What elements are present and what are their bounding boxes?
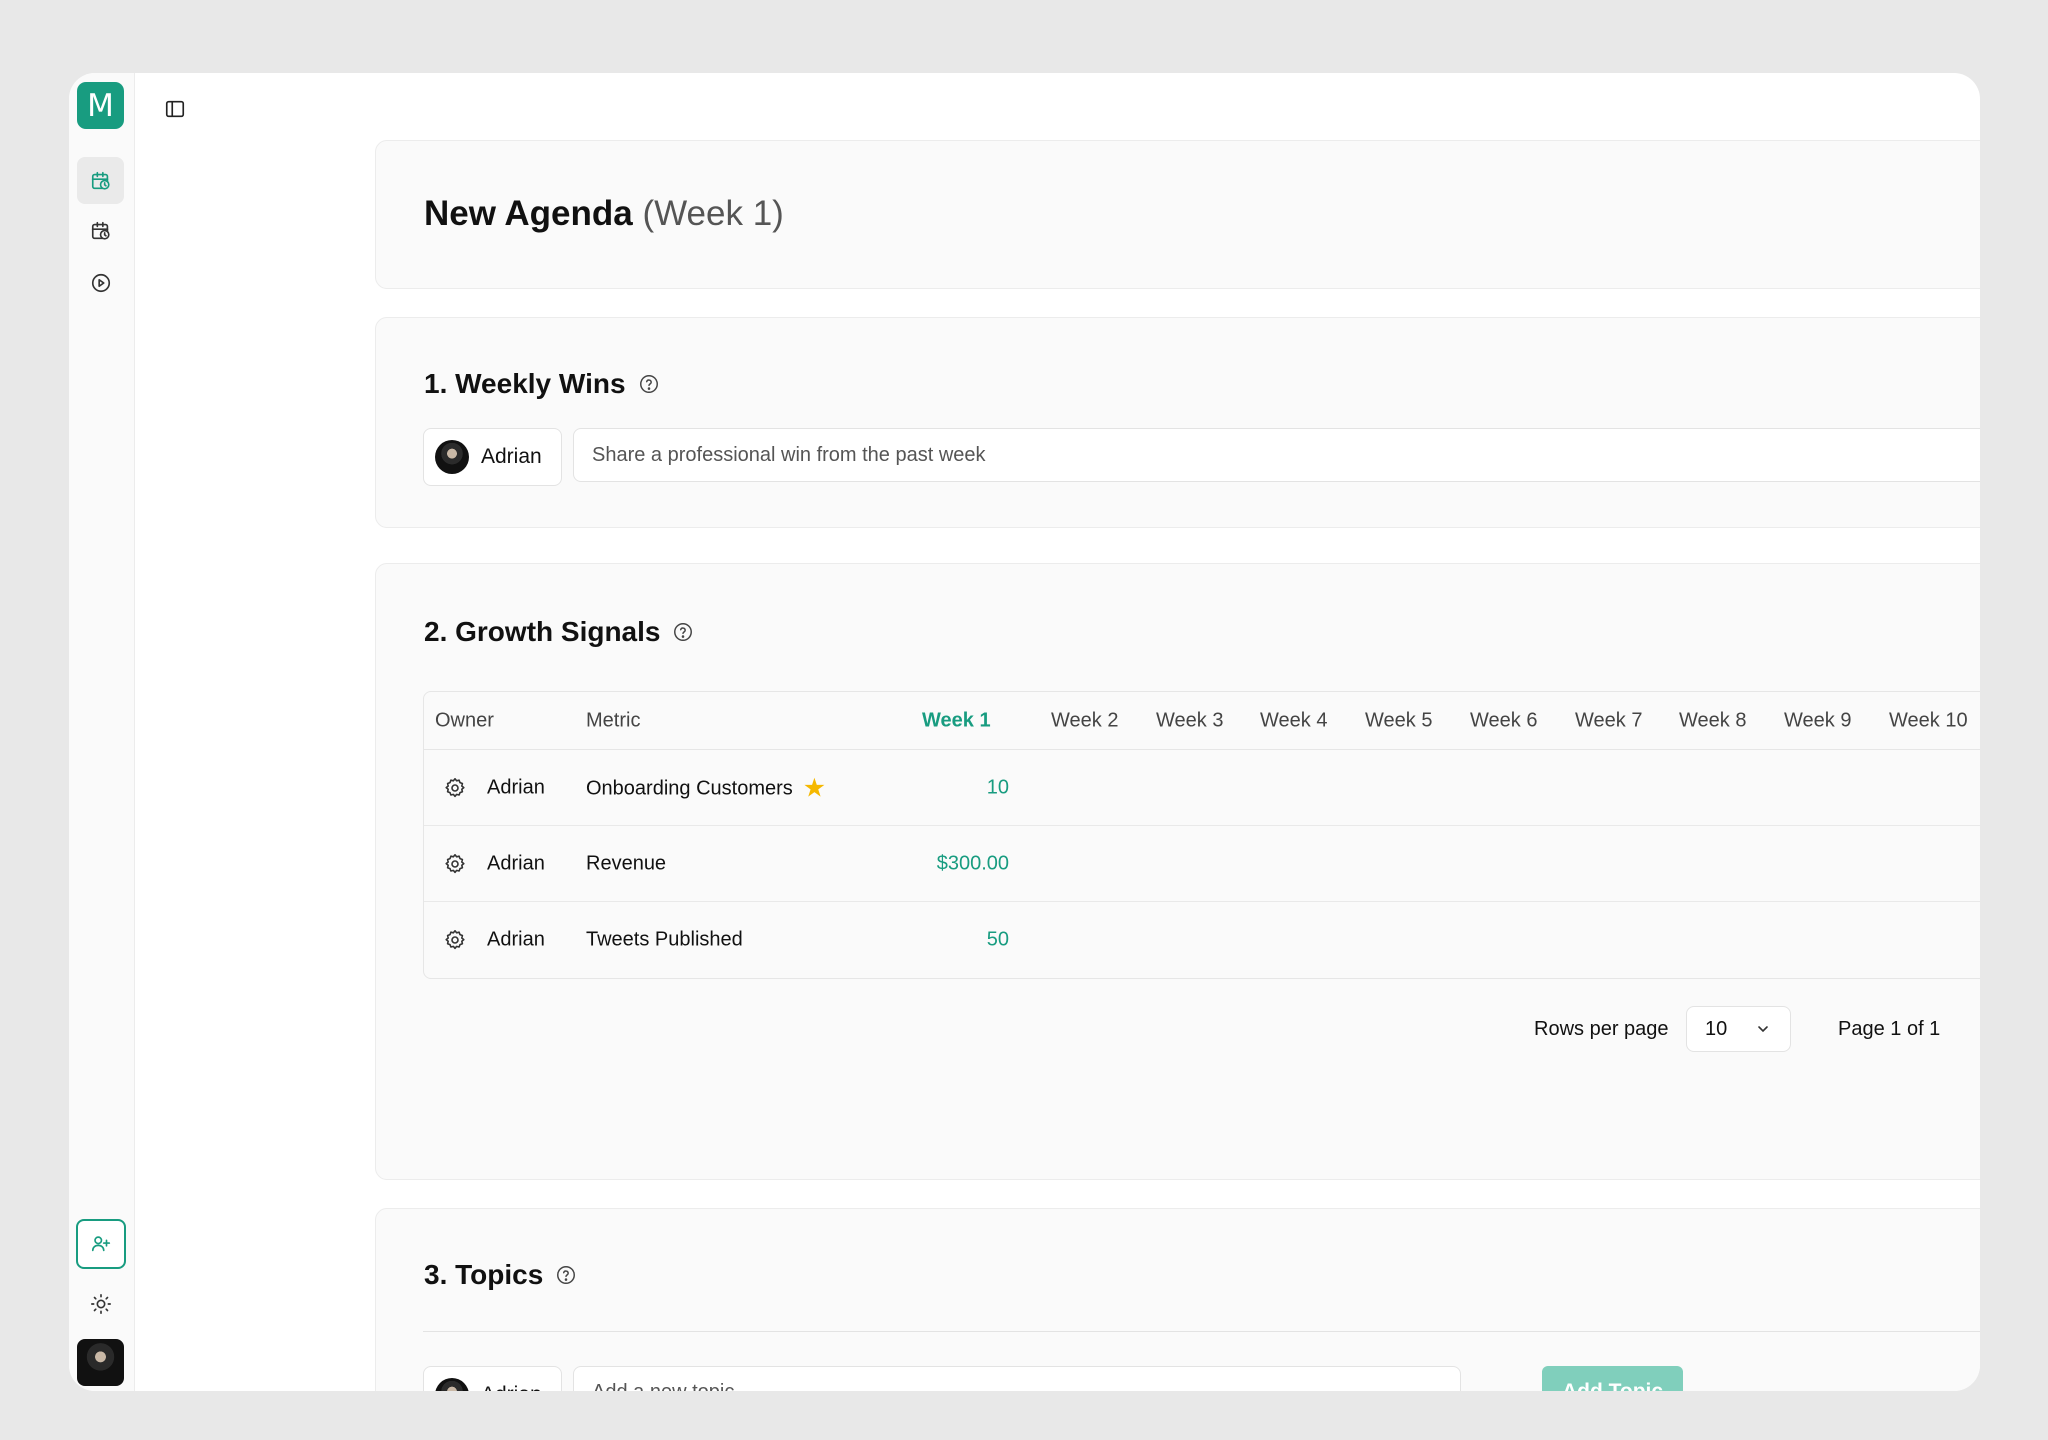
topics-section: 3. Topics Adrian Add Topic <box>375 1208 1980 1391</box>
theme-toggle-sun-icon[interactable] <box>77 1280 124 1327</box>
owner-select[interactable]: Adrian <box>423 428 562 486</box>
table-row[interactable]: Adrian Revenue $300.00 <box>424 826 1980 902</box>
help-icon[interactable] <box>672 621 694 643</box>
weekly-wins-heading: 1. Weekly Wins <box>424 368 660 400</box>
table-row[interactable]: Adrian Tweets Published 50 <box>424 902 1980 978</box>
owner-name: Adrian <box>481 445 542 468</box>
nav-play-icon[interactable] <box>77 259 124 306</box>
help-icon[interactable] <box>555 1264 577 1286</box>
star-icon[interactable]: ★ <box>803 772 826 802</box>
column-header-week-5[interactable]: Week 5 <box>1365 709 1432 732</box>
chevron-down-icon <box>1756 1022 1770 1036</box>
metrics-table: Owner Metric Week 1 Week 2 Week 3 Week 4… <box>423 691 1980 979</box>
sidebar-toggle-icon[interactable] <box>159 93 191 125</box>
rows-per-page-value: 10 <box>1705 1017 1728 1040</box>
growth-signals-title: 2. Growth Signals <box>424 616 661 647</box>
column-header-owner[interactable]: Owner <box>435 709 494 732</box>
new-topic-input[interactable] <box>573 1366 1461 1391</box>
nav-agenda-icon[interactable] <box>77 157 124 204</box>
invite-user-icon[interactable] <box>76 1219 126 1269</box>
agenda-title-card: New Agenda (Week 1) <box>375 140 1980 289</box>
row-owner: Adrian <box>487 776 545 798</box>
row-week1-value[interactable]: 10 <box>889 776 1009 799</box>
page-title-text: New Agenda <box>424 194 633 233</box>
column-header-week-8[interactable]: Week 8 <box>1679 709 1746 732</box>
page-title: New Agenda (Week 1) <box>424 194 784 234</box>
row-owner: Adrian <box>487 852 545 874</box>
column-header-week-10[interactable]: Week 10 <box>1889 709 1968 732</box>
page-indicator: Page 1 of 1 <box>1838 1018 1941 1040</box>
metric-settings-gear-icon[interactable] <box>443 928 467 952</box>
user-avatar[interactable] <box>77 1339 124 1386</box>
app-logo[interactable]: M <box>77 82 124 129</box>
row-week1-value[interactable]: 50 <box>889 929 1009 952</box>
weekly-win-input[interactable] <box>573 428 1980 482</box>
column-header-week-2[interactable]: Week 2 <box>1051 709 1118 732</box>
app-window: M New Agenda (Week 1) 1. Weekly Wins Adr… <box>69 73 1980 1391</box>
owner-avatar <box>435 1378 469 1391</box>
column-header-week-4[interactable]: Week 4 <box>1260 709 1327 732</box>
add-topic-button[interactable]: Add Topic <box>1542 1366 1683 1391</box>
sidebar-rail: M <box>69 73 135 1391</box>
help-icon[interactable] <box>638 373 660 395</box>
row-metric-label: Onboarding Customers <box>586 777 793 799</box>
rows-per-page-select[interactable]: 10 <box>1686 1006 1791 1052</box>
column-header-week-1[interactable]: Week 1 <box>922 709 991 732</box>
owner-select[interactable]: Adrian <box>423 1366 562 1391</box>
nav-history-icon[interactable] <box>77 207 124 254</box>
topics-title: 3. Topics <box>424 1259 544 1290</box>
section-divider <box>423 1331 1980 1332</box>
pagination-bar: Rows per page 10 Page 1 of 1 <box>376 1006 1980 1054</box>
growth-signals-heading: 2. Growth Signals <box>424 616 694 648</box>
column-header-metric[interactable]: Metric <box>586 709 640 732</box>
owner-name: Adrian <box>481 1383 542 1391</box>
growth-signals-section: 2. Growth Signals Owner Metric Week 1 We… <box>375 563 1980 1180</box>
column-header-week-7[interactable]: Week 7 <box>1575 709 1642 732</box>
weekly-wins-section: 1. Weekly Wins Adrian <box>375 317 1980 528</box>
metric-settings-gear-icon[interactable] <box>443 776 467 800</box>
weekly-wins-title: 1. Weekly Wins <box>424 368 626 399</box>
column-header-week-6[interactable]: Week 6 <box>1470 709 1537 732</box>
table-header-row: Owner Metric Week 1 Week 2 Week 3 Week 4… <box>424 692 1980 750</box>
metric-settings-gear-icon[interactable] <box>443 852 467 876</box>
row-metric[interactable]: Revenue <box>586 852 666 875</box>
rows-per-page-label: Rows per page <box>1534 1018 1669 1040</box>
row-owner: Adrian <box>487 928 545 951</box>
column-header-week-9[interactable]: Week 9 <box>1784 709 1851 732</box>
topics-heading: 3. Topics <box>424 1259 577 1291</box>
row-week1-value[interactable]: $300.00 <box>889 852 1009 875</box>
column-header-week-3[interactable]: Week 3 <box>1156 709 1223 732</box>
row-metric[interactable]: Tweets Published <box>586 929 743 952</box>
page-week-label: (Week 1) <box>642 194 784 233</box>
owner-avatar <box>435 440 469 474</box>
row-metric[interactable]: Onboarding Customers ★ <box>586 772 826 803</box>
table-row[interactable]: Adrian Onboarding Customers ★ 10 <box>424 750 1980 826</box>
